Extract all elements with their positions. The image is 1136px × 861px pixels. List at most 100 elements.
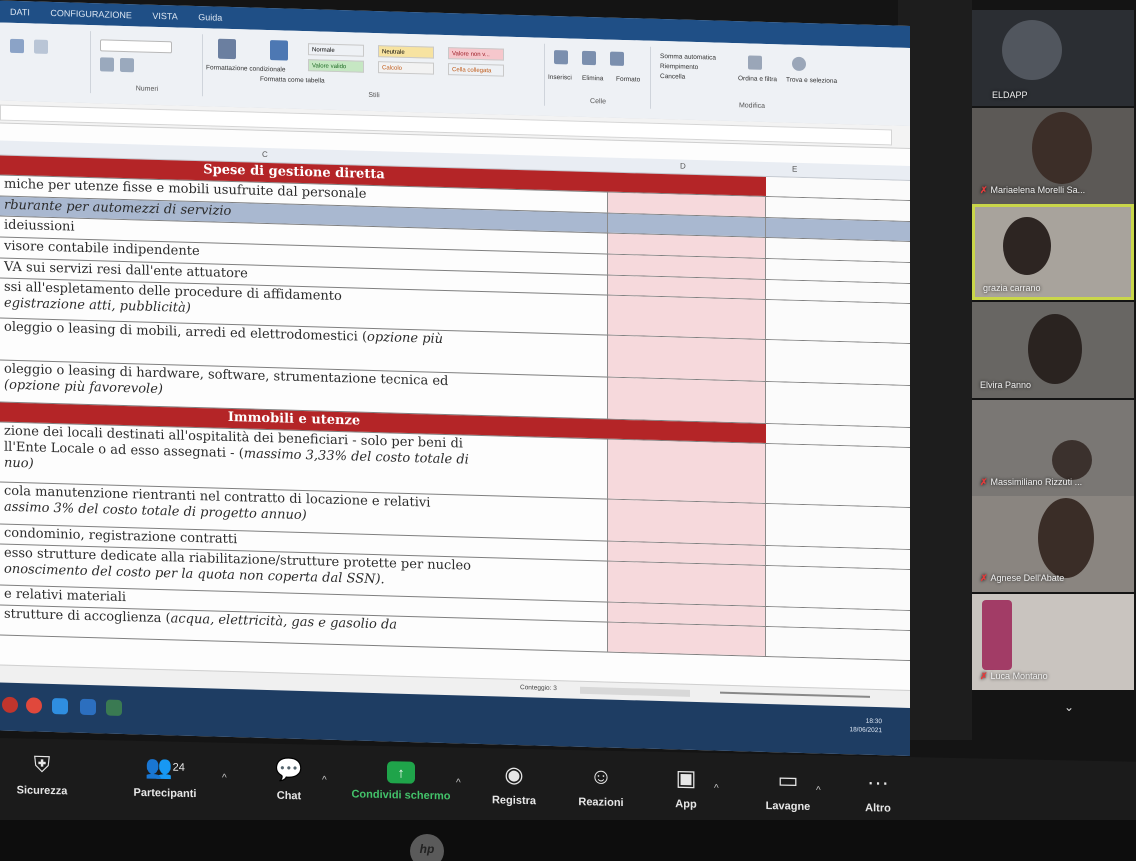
thousands-icon[interactable]: [120, 57, 134, 73]
participant-tile[interactable]: ELDAPP: [972, 10, 1134, 106]
format-table-icon[interactable]: [270, 40, 288, 61]
cell-d[interactable]: [608, 295, 766, 339]
fill-button[interactable]: Riempimento: [660, 63, 698, 71]
word-icon[interactable]: [80, 698, 96, 716]
cell-d[interactable]: [608, 335, 766, 381]
cell-e[interactable]: [766, 565, 910, 610]
delete-icon[interactable]: [582, 50, 596, 66]
column-header-e[interactable]: E: [792, 165, 797, 174]
format-icon[interactable]: [34, 39, 48, 54]
paste-icon[interactable]: [10, 38, 24, 54]
app-icon[interactable]: [2, 696, 18, 714]
chevron-up-icon[interactable]: ^: [816, 785, 821, 796]
participant-tile[interactable]: ✗ Mariaelena Morelli Sa...: [972, 108, 1134, 204]
chevron-up-icon[interactable]: ^: [322, 775, 327, 786]
cell-e[interactable]: [766, 237, 910, 262]
cell-e[interactable]: [766, 299, 910, 343]
delete-button[interactable]: Elimina: [582, 75, 603, 83]
style-calc[interactable]: Calcolo: [378, 61, 434, 75]
cell-e[interactable]: [766, 196, 910, 221]
security-label: Sicurezza: [16, 784, 68, 798]
participant-tile[interactable]: ✗ Agnese Dell'Abate: [972, 496, 1134, 592]
chat-button[interactable]: 💬 Chat ^: [264, 756, 326, 803]
style-normal[interactable]: Normale: [308, 43, 364, 57]
find-icon[interactable]: [792, 56, 806, 72]
participants-label: Partecipanti: [133, 786, 197, 801]
participant-tile[interactable]: Elvira Panno: [972, 302, 1134, 398]
zoom-slider[interactable]: [720, 691, 870, 698]
participant-tile[interactable]: ✗ Luca Montano: [972, 594, 1134, 690]
mic-muted-icon: ✗: [980, 185, 988, 195]
cell-e[interactable]: [766, 545, 910, 569]
insert-icon[interactable]: [554, 50, 568, 65]
cell-e[interactable]: [766, 423, 910, 447]
cell-d[interactable]: [608, 377, 766, 423]
column-header-d[interactable]: D: [680, 162, 686, 171]
ribbon-group-cells: Inserisci Elimina Formato Celle: [546, 43, 651, 109]
whiteboard-icon: ▭: [777, 767, 799, 793]
opera-icon[interactable]: [26, 697, 42, 714]
conditional-format-button[interactable]: Formattazione condizionale: [206, 64, 286, 73]
cell-d[interactable]: [608, 561, 766, 606]
participant-name-text: Massimiliano Rizzuti ...: [990, 477, 1083, 487]
cell-e[interactable]: [766, 626, 910, 660]
chevron-up-icon[interactable]: ^: [456, 778, 461, 789]
clear-button[interactable]: Cancella: [660, 73, 685, 81]
style-bad[interactable]: Valore non v...: [448, 47, 504, 61]
share-screen-button[interactable]: ↑ Condividi schermo ^: [344, 757, 461, 802]
cell-e[interactable]: [766, 443, 910, 507]
more-icon: ···: [867, 769, 889, 795]
sort-filter-button[interactable]: Ordina e filtra: [738, 75, 777, 83]
autosum-button[interactable]: Somma automatica: [660, 53, 716, 62]
participants-button[interactable]: 👥24 Partecipanti ^: [120, 753, 227, 801]
cell-e[interactable]: [766, 339, 910, 385]
titlebar-item[interactable]: DATI: [10, 7, 30, 18]
style-neutral[interactable]: Neutrale: [378, 45, 434, 59]
cell-e[interactable]: [766, 258, 910, 283]
apps-button[interactable]: ▣ App ^: [664, 764, 718, 811]
cell-e[interactable]: [766, 279, 910, 303]
chevron-down-icon[interactable]: ⌄: [1064, 700, 1074, 714]
ribbon-group-edit: Somma automatica Riempimento Cancella Or…: [652, 47, 852, 115]
zoom-app-icon[interactable]: [52, 698, 68, 715]
cell-d[interactable]: [608, 499, 766, 545]
video-feed: [1003, 217, 1051, 275]
more-button[interactable]: ··· Altro: [858, 768, 898, 815]
style-good[interactable]: Valore valido: [308, 59, 364, 73]
sort-filter-icon[interactable]: [748, 55, 762, 70]
style-linked[interactable]: Cella collegata: [448, 63, 504, 77]
reactions-button[interactable]: ☺ Reazioni: [570, 762, 632, 809]
find-select-button[interactable]: Trova e seleziona: [786, 77, 837, 85]
record-button[interactable]: ◉ Registra: [484, 760, 544, 808]
column-header-c[interactable]: C: [262, 150, 268, 159]
titlebar-item[interactable]: CONFIGURAZIONE: [50, 8, 132, 20]
chevron-up-icon[interactable]: ^: [222, 773, 227, 784]
apps-label: App: [675, 798, 697, 811]
cell-d[interactable]: [608, 439, 766, 503]
cell-e[interactable]: [766, 606, 910, 630]
cell-text: e relativi materiali: [4, 586, 127, 606]
participant-tile[interactable]: ✗ Massimiliano Rizzuti ...: [972, 400, 1134, 496]
titlebar-item[interactable]: Guida: [198, 12, 222, 23]
excel-icon[interactable]: [106, 699, 122, 716]
conditional-format-icon[interactable]: [218, 38, 236, 60]
insert-button[interactable]: Inserisci: [548, 74, 572, 82]
participant-tile-active[interactable]: grazia carrano: [972, 204, 1134, 300]
cell-d[interactable]: [608, 622, 766, 656]
security-button[interactable]: ⛨ Sicurezza: [10, 750, 74, 798]
titlebar-item[interactable]: VISTA: [152, 11, 177, 22]
cell-e[interactable]: [766, 176, 910, 200]
cell-e[interactable]: [766, 503, 910, 549]
percent-icon[interactable]: [100, 57, 114, 72]
number-format-dropdown[interactable]: [100, 39, 172, 54]
cell-e[interactable]: [766, 217, 910, 241]
shield-icon: ⛨: [33, 751, 51, 778]
format-button[interactable]: Formato: [616, 76, 640, 84]
ribbon-group-numbers: Numeri: [92, 31, 203, 97]
format-table-button[interactable]: Formatta come tabella: [260, 76, 325, 85]
cell-e[interactable]: [766, 381, 910, 427]
whiteboards-button[interactable]: ▭ Lavagne ^: [756, 766, 821, 813]
participants-count: 24: [172, 761, 185, 774]
chevron-up-icon[interactable]: ^: [714, 783, 719, 794]
format-cells-icon[interactable]: [610, 51, 624, 66]
